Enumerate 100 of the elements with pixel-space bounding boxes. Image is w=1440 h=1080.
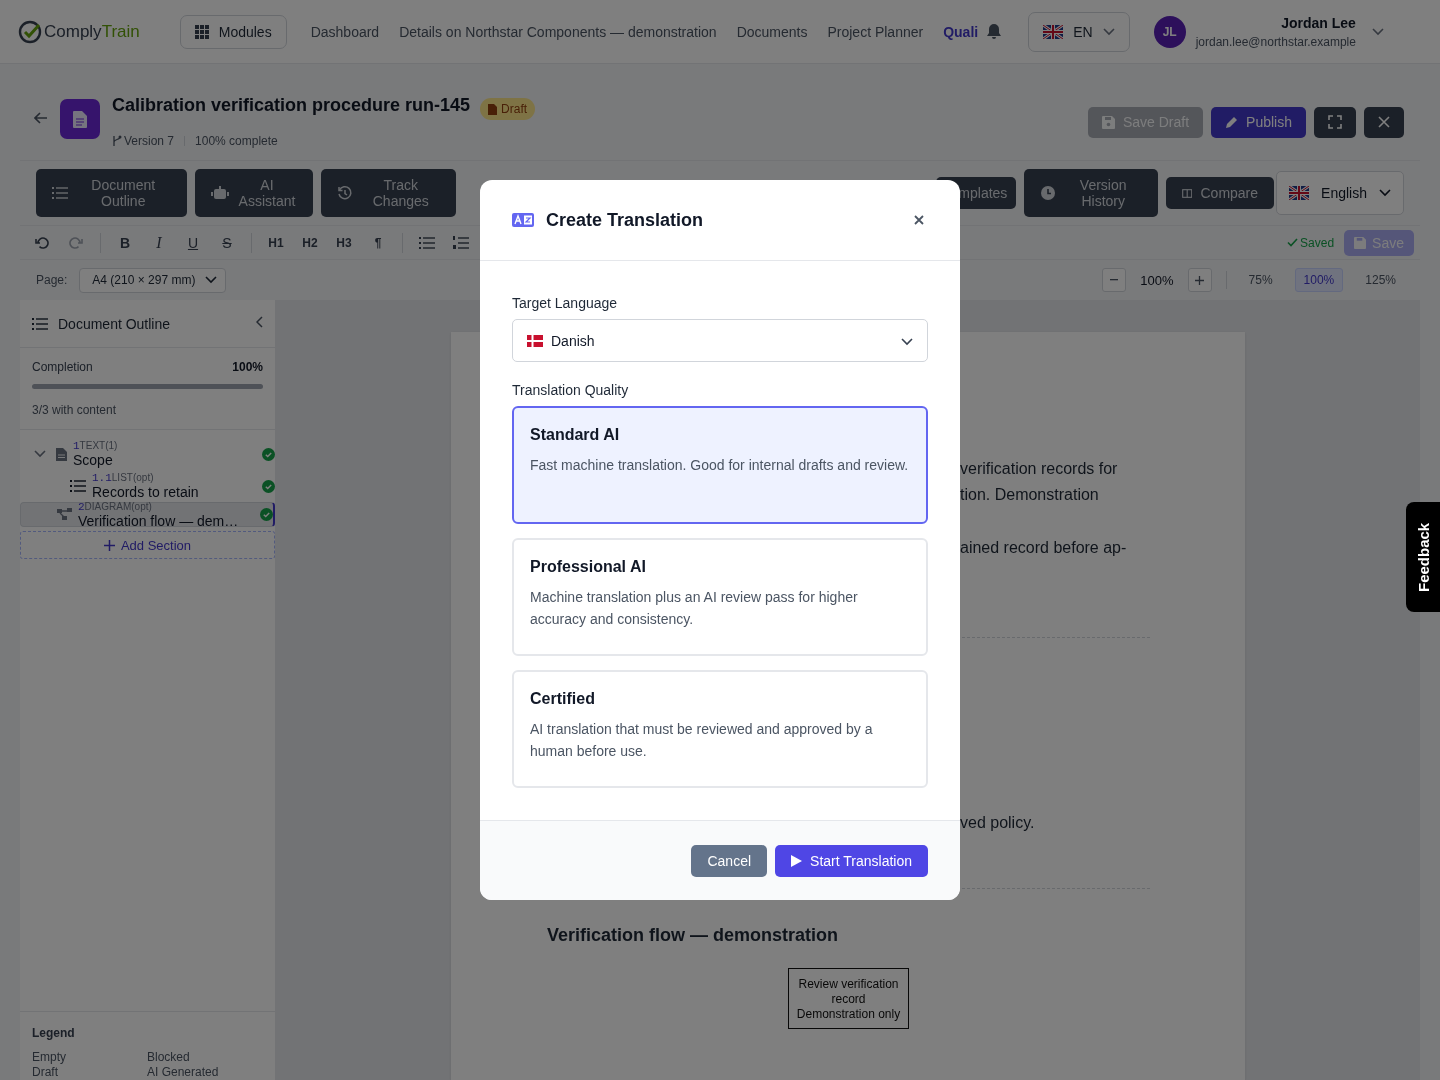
- quality-option[interactable]: Certified AI translation that must be reviewed and approved by a human before use.: [512, 670, 928, 788]
- content-language-select[interactable]: English: [1276, 171, 1404, 215]
- legend-item: Empty: [32, 1050, 67, 1065]
- body-text: ained record before ap-: [960, 538, 1128, 558]
- logo-text: ComplyTrain: [44, 21, 140, 42]
- cancel-button[interactable]: Cancel: [691, 844, 768, 877]
- format-button[interactable]: U: [177, 228, 209, 257]
- heading-button[interactable]: H1: [260, 228, 292, 257]
- avatar[interactable]: JL: [1153, 15, 1186, 48]
- section-type: 2DIAGRAM(opt): [78, 500, 153, 513]
- zoom-preset[interactable]: 100%: [1294, 268, 1344, 292]
- translate-icon: [512, 213, 534, 227]
- legend-item: AI Generated: [147, 1065, 220, 1080]
- page-size-select[interactable]: A4 (210 × 297 mm): [79, 267, 227, 293]
- history-icon: [337, 185, 354, 201]
- body-text: ved policy.: [960, 813, 1036, 833]
- format-button[interactable]: S: [211, 228, 243, 257]
- option-description: AI translation that must be reviewed and approved by a human before use.: [530, 720, 874, 761]
- page-label: Page:: [36, 273, 68, 287]
- chevron-down-icon: [1102, 27, 1115, 36]
- nav-link[interactable]: Dashboard: [310, 23, 380, 40]
- pencil-icon: [1225, 115, 1239, 129]
- list-icon: [52, 186, 68, 200]
- quality-option[interactable]: Standard AI Fast machine translation. Good for internal drafts and review.: [512, 406, 928, 524]
- branch-icon: [112, 135, 122, 147]
- body-text: tion. Demonstration: [960, 485, 1100, 505]
- nav-link[interactable]: Documents: [736, 23, 808, 40]
- panel-tab[interactable]: Compare: [1166, 177, 1275, 209]
- node-label: record: [831, 992, 866, 1007]
- feedback-tab[interactable]: Feedback: [1406, 502, 1440, 612]
- plus-icon: [1195, 275, 1205, 285]
- nav-link[interactable]: Project Planner: [827, 23, 924, 40]
- zoom-preset[interactable]: 75%: [1240, 268, 1281, 292]
- completion-value: 100%: [232, 360, 263, 374]
- field-label: Target Language: [512, 295, 619, 311]
- section-heading: Verification flow — demonstration: [547, 925, 840, 946]
- user-menu-chevron-icon: [1371, 27, 1384, 36]
- heading-button[interactable]: ¶: [362, 228, 394, 257]
- option-title: Standard AI: [530, 426, 621, 444]
- panel-tab[interactable]: AI Assistant: [194, 169, 314, 217]
- add-section-button[interactable]: Add Section: [20, 531, 275, 559]
- nav-link[interactable]: Details on Northstar Components — demonstration: [399, 23, 717, 40]
- field-label: Translation Quality: [512, 382, 630, 398]
- expand-icon: [1328, 115, 1342, 129]
- completion-label: Completion: [32, 360, 93, 374]
- fullscreen-button[interactable]: [1314, 106, 1356, 138]
- chevron-down-icon: [901, 337, 913, 346]
- section-title: Records to retain: [92, 484, 200, 500]
- outline-item[interactable]: 2DIAGRAM(opt) Verification flow — dem…: [20, 502, 275, 527]
- chevron-down-icon: [1379, 189, 1391, 197]
- logo-check-icon: [18, 19, 42, 44]
- document-icon: [60, 99, 100, 139]
- heading-button[interactable]: H3: [328, 228, 360, 257]
- clock-icon: [1040, 185, 1057, 201]
- language-select[interactable]: Danish: [512, 319, 928, 362]
- columns-icon: [1182, 186, 1193, 200]
- outline-item[interactable]: 1TEXT(1) Scope: [20, 438, 275, 470]
- format-button[interactable]: B: [109, 228, 141, 257]
- legend-item: Blocked: [147, 1050, 191, 1065]
- version-label: Version 7: [112, 134, 175, 148]
- user-email: jordan.lee@northstar.example: [1195, 34, 1356, 49]
- plus-icon: [103, 539, 115, 551]
- start-translation-button[interactable]: Start Translation: [775, 844, 928, 877]
- diagram-icon: [57, 508, 72, 521]
- play-icon: [791, 854, 803, 867]
- option-title: Professional AI: [530, 558, 647, 576]
- bell-icon[interactable]: [986, 23, 1003, 40]
- user-name: Jordan Lee: [1281, 14, 1356, 31]
- language-select[interactable]: EN: [1028, 11, 1130, 52]
- saved-status: Saved: [1287, 235, 1335, 250]
- panel-tab[interactable]: Document Outline: [36, 169, 187, 217]
- content-count: 3/3 with content: [32, 403, 118, 417]
- option-description: Fast machine translation. Good for internal drafts and review.: [530, 456, 910, 475]
- close-icon: [1378, 116, 1390, 128]
- flag-icon: [1043, 24, 1064, 39]
- outline-item[interactable]: 1.1LIST(opt) Records to retain: [20, 470, 275, 502]
- file-icon: [488, 103, 498, 115]
- checkmark-icon: [1287, 238, 1299, 247]
- section-type: 1.1LIST(opt): [92, 472, 155, 484]
- zoom-in-button[interactable]: [1187, 268, 1212, 292]
- format-button[interactable]: I: [143, 228, 175, 257]
- robot-icon: [210, 186, 229, 200]
- modules-button[interactable]: Modules: [179, 14, 287, 49]
- close-button[interactable]: [1364, 106, 1404, 138]
- zoom-value: 100%: [1140, 272, 1174, 288]
- panel-tab[interactable]: Track Changes: [321, 169, 457, 217]
- zoom-preset[interactable]: 125%: [1357, 268, 1404, 292]
- option-title: Certified: [530, 690, 596, 708]
- panel-tab[interactable]: Version History: [1024, 169, 1159, 217]
- quality-option[interactable]: Professional AI Machine translation plus an AI review pass for higher accuracy and consistency.: [512, 538, 928, 656]
- document-title: Calibration verification procedure run-145: [112, 94, 471, 116]
- section-title: Verification flow — dem…: [78, 512, 240, 529]
- list-icon: [70, 479, 86, 493]
- nav-link[interactable]: Quali: [943, 23, 979, 40]
- outline-icon: [32, 316, 48, 331]
- heading-button[interactable]: H2: [294, 228, 326, 257]
- flag-icon: [527, 334, 543, 347]
- publish-button[interactable]: Publish: [1211, 106, 1306, 138]
- progress-label: 100% complete: [195, 134, 278, 148]
- outline-title: Document Outline: [58, 315, 171, 332]
